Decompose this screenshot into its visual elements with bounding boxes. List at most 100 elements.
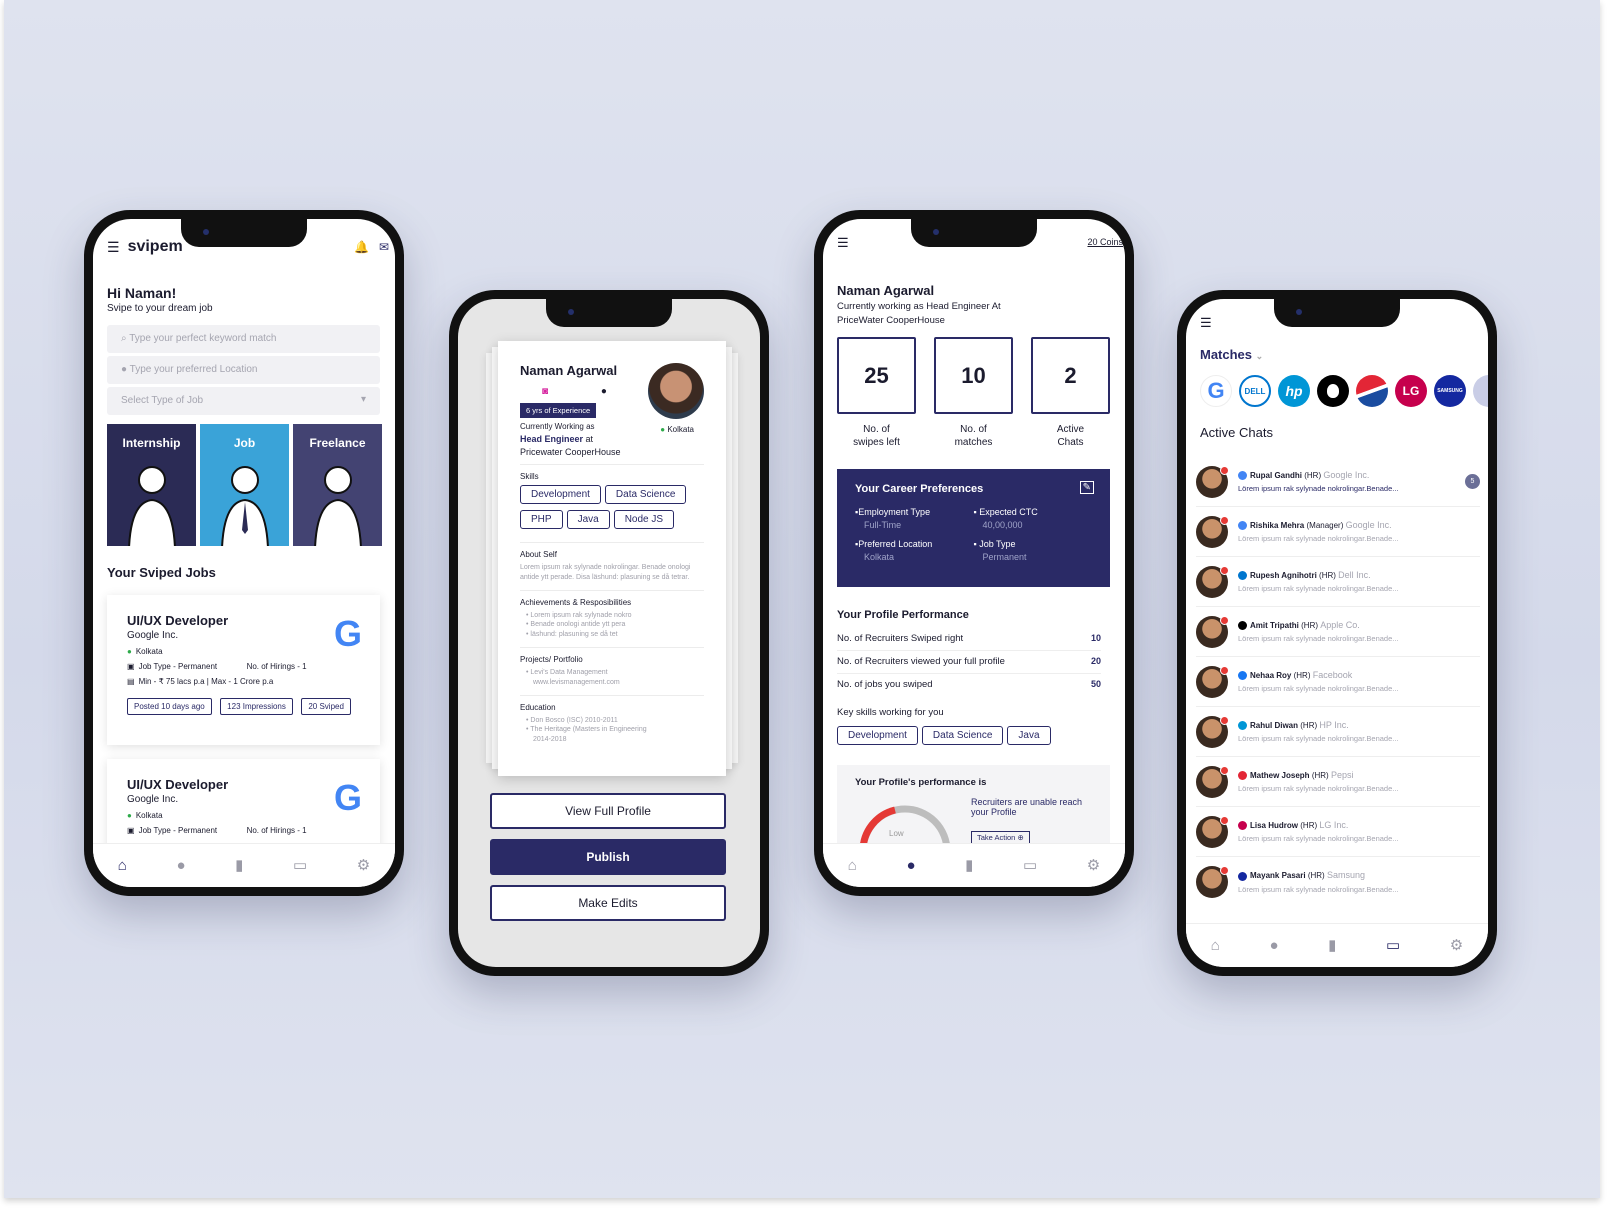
perf-row: No. of Recruiters Swiped right 10: [837, 633, 1101, 651]
home-icon[interactable]: ⌂: [848, 858, 857, 873]
chat-row[interactable]: Lisa Hudrow (HR) LG Inc. Lörem ipsum rak…: [1196, 807, 1480, 857]
google-logo-icon: G: [333, 613, 362, 654]
profile-icon[interactable]: ●: [176, 858, 185, 873]
chat-row[interactable]: Mayank Pasari (HR) Samsung Lörem ipsum r…: [1196, 857, 1480, 907]
hp-logo-icon[interactable]: hp: [1278, 375, 1310, 407]
company-dot-icon: [1238, 771, 1247, 781]
instagram-icon[interactable]: ◙: [542, 386, 548, 397]
avatar: [1196, 866, 1229, 898]
achievement-item: • Lorem ipsum rak sylynade nokro: [526, 611, 632, 619]
profile-location: ● Kolkata: [660, 425, 694, 434]
job-title: UI/UX Developer: [127, 613, 229, 628]
swipe-icon[interactable]: ▮: [1328, 938, 1336, 953]
coins-link[interactable]: 20 Coins: [1087, 237, 1123, 247]
divider: [520, 646, 704, 648]
job-type-select[interactable]: Select Type of Job ▾: [107, 387, 380, 415]
swipe-icon[interactable]: ▮: [235, 858, 243, 873]
home-screen: ☰ svipem 🔔 ✉ Hi Naman! Svipe to your dre…: [93, 219, 395, 887]
dashboard-screen: ☰ 20 Coins Naman Agarwal Currently worki…: [823, 219, 1125, 887]
skill-chip: Java: [566, 510, 610, 529]
chat-row[interactable]: Amit Tripathi (HR) Apple Co. Lörem ipsum…: [1196, 607, 1480, 657]
edit-icon[interactable]: ✎: [1079, 481, 1094, 494]
project-link[interactable]: www.levismanagement.com: [526, 678, 704, 688]
lg-logo-icon[interactable]: LG: [1395, 375, 1427, 407]
chat-row[interactable]: Rupal Gandhi (HR) Google Inc. Lörem ipsu…: [1196, 457, 1480, 507]
apple-logo-icon[interactable]: [1317, 375, 1349, 407]
category-freelance[interactable]: Freelance: [293, 424, 382, 546]
achievements-list: • Lorem ipsum rak sylynade nokro • Benad…: [520, 611, 704, 640]
pepsi-logo-icon[interactable]: [1356, 375, 1388, 407]
divider: [520, 542, 704, 543]
divider: [520, 464, 704, 465]
chat-icon[interactable]: ▭: [293, 858, 307, 873]
home-icon[interactable]: ⌂: [118, 858, 127, 873]
active-chats-value[interactable]: 2: [1031, 337, 1110, 414]
notch: [181, 219, 307, 247]
menu-icon[interactable]: ☰: [837, 235, 849, 251]
github-icon[interactable]: ●: [601, 386, 607, 397]
about-text: Lorem ipsum rak sylynade nokrolingar. Be…: [520, 564, 691, 581]
chat-icon[interactable]: ▭: [1386, 938, 1400, 953]
chat-info: Rupesh Agnihotri (HR) Dell Inc. Lörem ip…: [1238, 569, 1399, 594]
chat-info: Mayank Pasari (HR) Samsung Lörem ipsum r…: [1238, 870, 1399, 894]
job-company: Google Inc.: [127, 630, 179, 641]
job-salary: Min - ₹ 75 lacs p.a | Max - 1 Crore p.a: [138, 677, 274, 686]
job-salary-row: ▤ Min - ₹ 75 lacs p.a | Max - 1 Crore p.a: [127, 677, 360, 686]
person-illustration-icon: [218, 460, 272, 546]
chat-row[interactable]: Mathew Joseph (HR) Pepsi Lörem ipsum rak…: [1196, 757, 1480, 807]
swipe-icon[interactable]: ▮: [965, 858, 973, 873]
search-icon: ⌕: [121, 333, 130, 344]
bottom-tab-bar: ⌂ ● ▮ ▭ ⚙: [1186, 923, 1488, 967]
settings-icon[interactable]: ⚙: [1087, 858, 1100, 873]
keyword-search-input[interactable]: ⌕ Type your perfect keyword match: [107, 325, 380, 353]
settings-icon[interactable]: ⚙: [357, 858, 370, 873]
pref-expected-ctc: ▪ Expected CTC 40,00,000: [973, 507, 1038, 530]
location-input[interactable]: ● Type your preferred Location: [107, 356, 380, 384]
category-internship[interactable]: Internship: [107, 424, 196, 546]
chat-row[interactable]: Rahul Diwan (HR) HP Inc. Lörem ipsum rak…: [1196, 707, 1480, 757]
job-location-row: ● Kolkata: [127, 647, 360, 656]
job-hirings: No. of Hirings - 1: [246, 826, 307, 835]
chat-icon[interactable]: ▭: [1023, 858, 1037, 873]
avatar: [1196, 765, 1229, 798]
profile-icon[interactable]: ●: [1269, 938, 1278, 953]
divider: [520, 589, 704, 591]
matches-screen: ☰ Matches ⌄ G DELL hp LG SAMSUNG Active …: [1186, 299, 1488, 967]
dell-logo-icon[interactable]: DELL: [1239, 375, 1271, 407]
menu-icon[interactable]: ☰: [1200, 315, 1212, 331]
notch: [911, 219, 1037, 247]
achievement-item: • Benade onologi antide ytt pera: [526, 621, 626, 629]
home-icon[interactable]: ⌂: [1211, 938, 1220, 953]
job-type: Job Type - Permanent: [138, 826, 218, 835]
chat-row[interactable]: Rishika Mehra (Manager) Google Inc. Löre…: [1196, 507, 1480, 557]
google-logo-icon[interactable]: G: [1200, 375, 1232, 407]
chat-row[interactable]: Nehaa Roy (HR) Facebook Lörem ipsum rak …: [1196, 657, 1480, 707]
preferences-grid: ▪Employment Type Full-Time ▪ Expected CTC…: [855, 507, 1092, 562]
bell-icon[interactable]: 🔔: [354, 240, 369, 254]
chat-row[interactable]: Rupesh Agnihotri (HR) Dell Inc. Lörem ip…: [1196, 557, 1480, 607]
profile-card[interactable]: Naman Agarwal ◙ ● 6 yrs of Experience ● …: [498, 341, 726, 776]
profile-icon[interactable]: ●: [906, 858, 915, 873]
samsung-logo-icon[interactable]: SAMSUNG: [1434, 375, 1466, 407]
category-job[interactable]: Job: [200, 424, 289, 546]
view-full-profile-button[interactable]: View Full Profile: [490, 793, 726, 829]
education-label: Education: [520, 702, 556, 712]
message-icon[interactable]: ✉: [379, 240, 389, 254]
keyword-placeholder: Type your perfect keyword match: [129, 333, 277, 344]
career-preferences-panel: Your Career Preferences ✎ ▪Employment Ty…: [837, 469, 1110, 587]
make-edits-button[interactable]: Make Edits: [490, 885, 726, 921]
skill-chip: Data Science: [921, 726, 1004, 745]
company-dot-icon: [1238, 671, 1247, 681]
projects-list: • Levi's Data Management www.levismanage…: [520, 668, 704, 688]
settings-icon[interactable]: ⚙: [1450, 938, 1463, 953]
unread-badge: 5: [1465, 474, 1480, 489]
chevron-down-icon[interactable]: ⌄: [1256, 351, 1264, 361]
publish-button[interactable]: Publish: [490, 839, 726, 875]
more-logo-icon[interactable]: [1473, 375, 1488, 407]
job-location: Kolkata: [135, 647, 163, 656]
notch: [1274, 299, 1400, 327]
company-dot-icon: [1238, 571, 1247, 581]
projects-label: Projects/ Portfolio: [520, 654, 583, 664]
job-card[interactable]: UI/UX Developer Google Inc. G ● Kolkata ▣…: [107, 595, 380, 745]
menu-icon[interactable]: ☰: [107, 239, 120, 256]
